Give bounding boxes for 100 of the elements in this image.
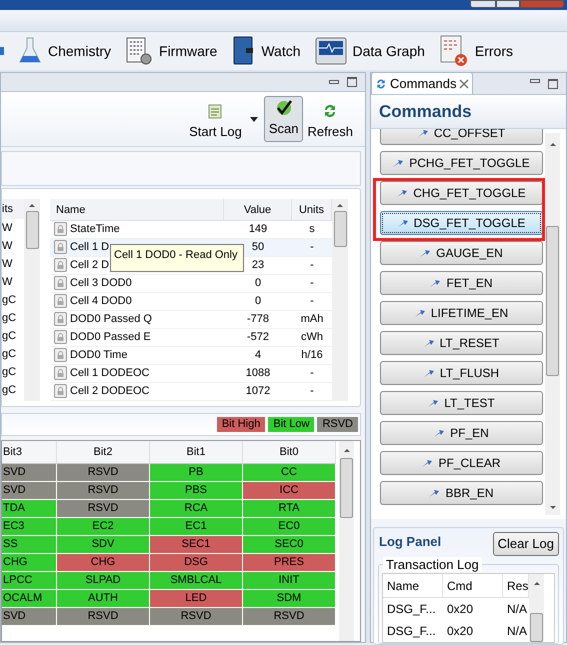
table-cell-text: DOD0 Time [70,348,128,363]
table-cell-text: Cell 4 DOD0 [70,294,132,309]
command-button[interactable]: PF_EN [380,421,543,445]
scroll-thumb[interactable] [334,210,346,247]
scroll-up-icon[interactable] [337,204,343,207]
scrollbar[interactable] [529,574,544,642]
minimize-icon[interactable] [530,79,540,83]
column-header[interactable]: Cmd [443,574,503,597]
command-button[interactable]: LT_RESET [380,331,543,355]
legend-swatch: Bit Low [268,416,314,432]
bit-cell: PBS [150,482,243,499]
bit-cell: RSVD [150,608,243,625]
table-cell-text: N/A [506,623,528,640]
command-button[interactable]: FET_EN [380,271,543,295]
clear-log-button[interactable]: Clear Log [492,532,559,556]
arrow-icon [422,460,432,466]
scroll-thumb[interactable] [546,226,559,376]
table-cell-text: gC [2,292,18,308]
command-button[interactable]: DSG_FET_TOGGLE [380,211,543,235]
scrollbar[interactable] [545,133,560,515]
scroll-down-icon[interactable] [550,506,556,509]
bit-cell: EC0 [243,518,336,535]
table-cell-text: Cell 2 D [70,258,110,273]
arrow-icon [424,340,434,346]
scrollbar[interactable] [332,198,348,401]
checkmark-icon [274,98,293,116]
toolbar-button[interactable]: Errors [438,35,514,67]
scroll-thumb[interactable] [340,458,353,518]
column-header[interactable]: Bit3 [2,440,57,463]
scrollbar[interactable] [339,440,354,641]
table-cell-text: - [309,258,315,273]
command-button[interactable]: GAUGE_EN [380,241,543,265]
table-cell-text: DOD0 Passed Q [70,312,152,327]
arrow-icon [414,310,425,316]
close-icon[interactable] [459,78,470,88]
bit-cell: SEC1 [150,536,243,553]
toolbar-button[interactable]: Chemistry [18,36,112,66]
dropdown-caret-icon[interactable] [250,116,258,122]
toolbar-button[interactable]: Firmware [125,36,218,66]
scroll-up-icon[interactable] [29,204,35,207]
toolbar-button[interactable]: Watch [231,36,301,66]
arrow-icon [420,250,430,256]
command-button[interactable]: LT_TEST [380,391,543,415]
scan-button[interactable]: Scan [264,96,304,142]
toolbar-button[interactable]: Data Graph [314,36,425,66]
table-cell-text: W [2,238,14,254]
scrollbar[interactable] [24,198,40,401]
scroll-thumb[interactable] [26,210,38,249]
commands-tab[interactable]: Commands [371,72,474,94]
bit-cell: CHG [57,554,150,571]
bit-cell: LED [150,590,243,607]
maximize-icon[interactable] [548,79,558,89]
tooltip: Cell 1 DOD0 - Read Only [110,244,244,272]
minimize-icon[interactable] [470,0,496,8]
table-cell-text: Cell 2 DODEOC [70,384,150,399]
table-cell-text: StateTime [70,222,120,237]
arrow-icon [393,160,404,166]
arrow-icon [430,280,440,286]
table-cell-text: gC [2,382,18,398]
command-button[interactable]: LT_FLUSH [380,361,543,385]
column-header[interactable]: Bit2 [57,440,150,463]
column-header[interactable]: its [2,198,24,219]
scroll-thumb[interactable] [530,613,543,642]
table-cell-text: W [2,256,14,272]
table-cell-text: Cell 1 D [70,240,110,255]
table-cell: -572 [246,330,270,343]
command-button[interactable]: BBR_EN [380,481,543,505]
arrow-icon [398,220,408,226]
arrow-icon [418,130,428,136]
column-header[interactable]: Bit1 [150,440,243,463]
bit-cell: CC [243,464,336,481]
panel-title: Commands [371,95,566,129]
command-button[interactable]: PCHG_FET_TOGGLE [380,151,543,175]
table-cell-text: DOD0 Passed E [70,330,151,345]
bit-cell: RTA [243,500,336,517]
minimize-icon[interactable] [329,80,339,84]
refresh-icon [375,78,387,90]
column-header[interactable]: Bit0 [243,440,336,463]
scroll-up-icon[interactable] [534,582,540,585]
table-cell-text: 0x20 [446,623,474,640]
column-header[interactable]: Name [383,574,443,597]
table-cell: 1088 [246,366,270,379]
command-button[interactable]: PF_CLEAR [380,451,543,475]
column-header[interactable]: Name [50,198,224,220]
refresh-button[interactable]: Refresh [305,97,355,141]
command-button[interactable]: CHG_FET_TOGGLE [380,181,543,205]
start-log-button[interactable]: Start Log [187,97,244,141]
table-cell-text: 0x20 [446,601,474,618]
scroll-up-icon[interactable] [550,143,556,146]
command-button[interactable]: LIFETIME_EN [380,301,543,325]
table-cell-text: Cell 3 DOD0 [70,276,132,291]
table-cell: 0 [254,276,262,289]
scroll-up-icon[interactable] [344,448,350,452]
table-cell-text: DSG_F... [386,623,437,640]
table-cell: 50 [252,240,264,253]
bit-cell: OCALM [2,590,57,607]
bit-cell: SVD [2,608,57,625]
maximize-icon[interactable] [347,77,357,88]
maximize-icon[interactable] [496,0,520,8]
column-header[interactable]: Value [224,198,292,220]
